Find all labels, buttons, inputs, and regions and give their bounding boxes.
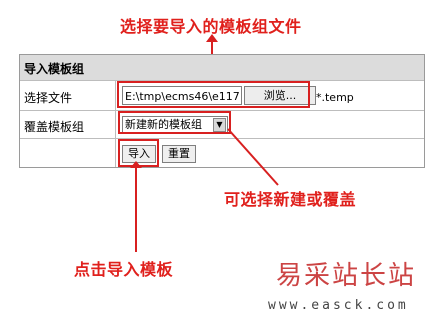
watermark-url: www.easck.com [268, 298, 409, 313]
arrow-line-right [227, 128, 279, 186]
annotation-new-or-overwrite: 可选择新建或覆盖 [224, 190, 357, 209]
watermark-logo: 易采站长站 [276, 261, 417, 291]
annotation-click-import: 点击导入模板 [74, 260, 174, 279]
arrow-head-bottom [130, 161, 142, 168]
